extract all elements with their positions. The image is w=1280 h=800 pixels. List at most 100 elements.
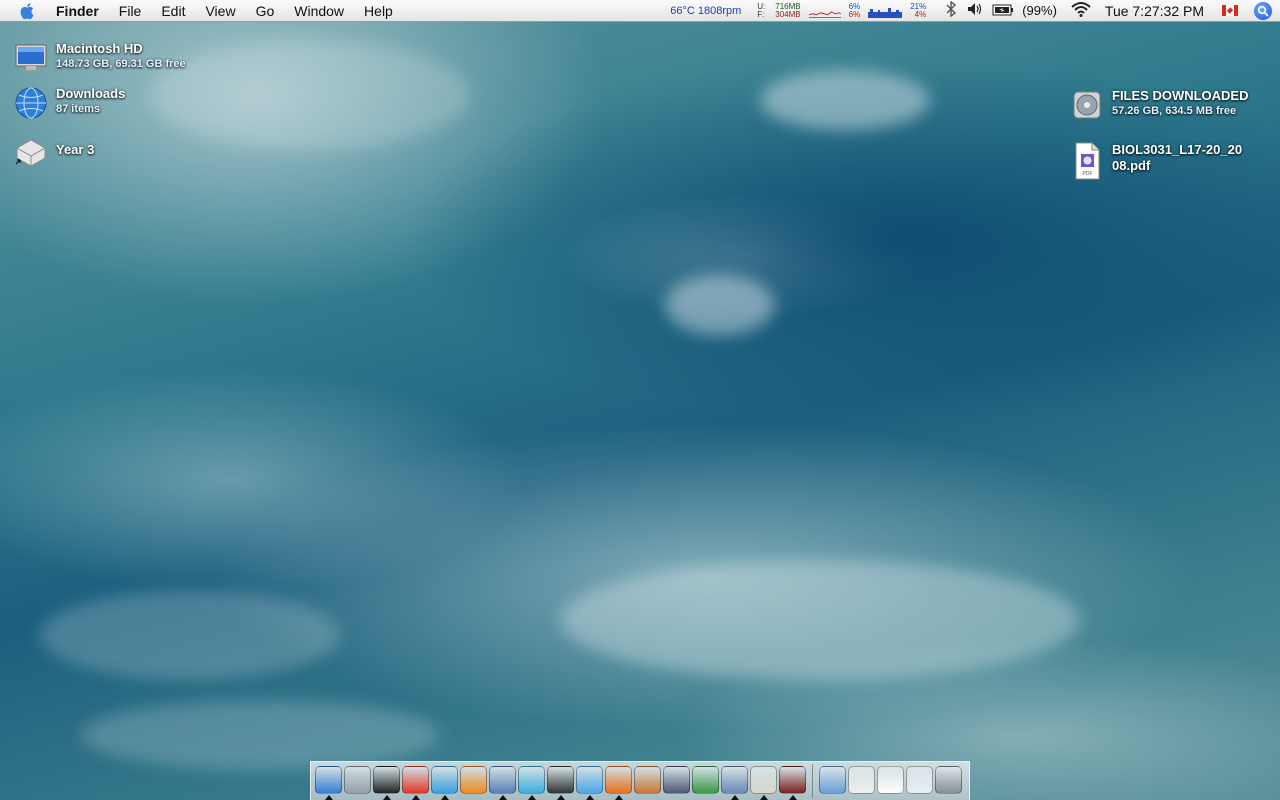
- running-indicator: [324, 795, 333, 800]
- photo-booth-glyph: [779, 766, 806, 794]
- photo-booth-icon[interactable]: [779, 766, 806, 800]
- text-editor-icon[interactable]: [750, 766, 777, 800]
- powerpoint-icon[interactable]: [460, 766, 487, 796]
- firefox-glyph: [605, 766, 632, 794]
- menu-view[interactable]: View: [195, 0, 245, 22]
- wallpaper-cloud: [40, 590, 340, 680]
- desktop-icon-year-3[interactable]: Year 3: [14, 134, 94, 168]
- excel-graph-glyph: [692, 766, 719, 794]
- hard-drive-icon: [15, 44, 47, 72]
- apple-menu-icon[interactable]: [18, 1, 38, 21]
- memory-free-label: F:: [757, 9, 765, 19]
- cpu2-system: 4%: [914, 9, 927, 19]
- trash-icon[interactable]: [935, 766, 962, 796]
- cpu-activity-graph: [868, 7, 903, 18]
- running-indicator: [788, 795, 797, 800]
- screenshot-stack-icon[interactable]: [848, 766, 875, 796]
- applications-folder-icon[interactable]: [819, 766, 846, 796]
- icon-label: FILES DOWNLOADED: [1112, 88, 1249, 103]
- icon-label: BIOL3031_L17-20_20: [1112, 142, 1243, 157]
- powerpoint-glyph: [460, 766, 487, 794]
- menu-app-finder[interactable]: Finder: [50, 0, 109, 22]
- iphoto-icon[interactable]: [721, 766, 748, 800]
- system-preferences-glyph: [344, 766, 371, 794]
- ical-icon[interactable]: [402, 766, 429, 800]
- firefox-icon[interactable]: [605, 766, 632, 800]
- dock-stacks: [819, 766, 962, 796]
- finder-icon[interactable]: [315, 766, 342, 800]
- canada-flag-icon[interactable]: [1222, 5, 1238, 16]
- icon-info: 148.73 GB, 69.31 GB free: [56, 58, 186, 70]
- wallpaper-cloud: [80, 700, 440, 770]
- temperature-fan-readout[interactable]: 66°C 1808rpm: [670, 5, 741, 17]
- running-indicator: [411, 795, 420, 800]
- documents-stack-icon[interactable]: [877, 766, 904, 796]
- running-indicator: [527, 795, 536, 800]
- running-indicator: [382, 795, 391, 800]
- messenger-icon[interactable]: [518, 766, 545, 800]
- running-indicator: [614, 795, 623, 800]
- word-glyph: [431, 766, 458, 794]
- xcode-icon[interactable]: [489, 766, 516, 800]
- excel-graph-icon[interactable]: [692, 766, 719, 796]
- running-indicator: [440, 795, 449, 800]
- menu-clock[interactable]: Tue 7:27:32 PM: [1105, 3, 1204, 19]
- photoshop-glyph: [663, 766, 690, 794]
- alias-drive-icon: [15, 139, 46, 167]
- ical-glyph: [402, 766, 429, 794]
- downloads-stack-icon[interactable]: [906, 766, 933, 796]
- keynote-glyph: [634, 766, 661, 794]
- spotlight-icon[interactable]: [1254, 1, 1272, 20]
- trash-glyph: [935, 766, 962, 794]
- itunes-icon[interactable]: [576, 766, 603, 800]
- running-indicator: [556, 795, 565, 800]
- documents-stack-glyph: [877, 766, 904, 794]
- wallpaper-cloud: [560, 560, 1080, 680]
- photoshop-icon[interactable]: [663, 766, 690, 796]
- menu-edit[interactable]: Edit: [151, 0, 195, 22]
- menu-bar: Finder File Edit View Go Window Help 66°…: [0, 0, 1280, 22]
- wallpaper-cloud: [760, 70, 930, 130]
- cpu2-monitor[interactable]: 21% 4%: [910, 2, 927, 19]
- memory-free: 304MB: [775, 9, 801, 19]
- cpu1-monitor[interactable]: 6% 6%: [849, 2, 861, 19]
- menu-window[interactable]: Window: [284, 0, 354, 22]
- wifi-icon[interactable]: [1071, 1, 1091, 20]
- front-row-icon[interactable]: [373, 766, 400, 800]
- battery-percent[interactable]: (99%): [1022, 3, 1057, 18]
- battery-icon[interactable]: [992, 3, 1014, 19]
- bluetooth-icon[interactable]: [944, 0, 958, 20]
- running-indicator: [498, 795, 507, 800]
- icon-info: 57.26 GB, 634.5 MB free: [1112, 105, 1237, 117]
- icon-label: Year 3: [56, 142, 95, 157]
- menu-go[interactable]: Go: [246, 0, 285, 22]
- dock: [310, 761, 970, 800]
- finder-glyph: [315, 766, 342, 794]
- desktop-icon-downloads[interactable]: Downloads 87 items: [14, 86, 125, 120]
- icon-label: Downloads: [56, 86, 126, 101]
- memory-monitor[interactable]: 716MB 304MB: [775, 2, 801, 19]
- desktop-icon-files-downloaded[interactable]: FILES DOWNLOADED 57.26 GB, 634.5 MB free: [1070, 88, 1249, 122]
- itunes-glyph: [576, 766, 603, 794]
- downloads-folder-icon: [15, 87, 47, 119]
- memory-labels: U: F:: [757, 2, 765, 19]
- menu-file[interactable]: File: [109, 0, 152, 22]
- word-icon[interactable]: [431, 766, 458, 800]
- icon-label: Macintosh HD: [56, 41, 143, 56]
- pdf-file-icon: PDF: [1075, 142, 1100, 180]
- keynote-icon[interactable]: [634, 766, 661, 796]
- dock-apps: [315, 766, 806, 800]
- downloads-stack-glyph: [906, 766, 933, 794]
- wallpaper-cloud: [150, 40, 470, 150]
- desktop-icon-macintosh-hd[interactable]: Macintosh HD 148.73 GB, 69.31 GB free: [14, 41, 186, 75]
- pdf-badge: PDF: [1083, 171, 1093, 177]
- xcode-glyph: [489, 766, 516, 794]
- applications-folder-glyph: [819, 766, 846, 794]
- dvd-player-glyph: [547, 766, 574, 794]
- system-preferences-icon[interactable]: [344, 766, 371, 796]
- dock-separator: [812, 764, 813, 798]
- volume-icon[interactable]: [966, 1, 984, 20]
- desktop-icon-pdf[interactable]: PDF BIOL3031_L17-20_20 08.pdf: [1070, 142, 1242, 180]
- menu-help[interactable]: Help: [354, 0, 403, 22]
- dvd-player-icon[interactable]: [547, 766, 574, 800]
